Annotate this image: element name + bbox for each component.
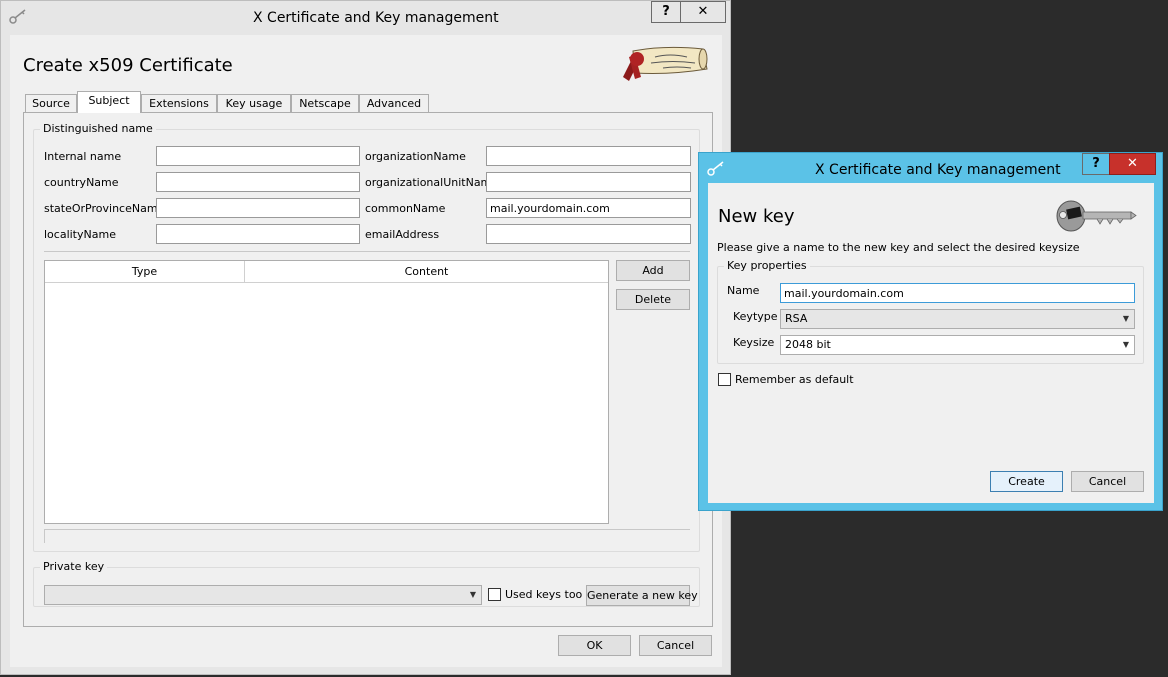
name-label: Name bbox=[727, 284, 760, 297]
app-key-icon bbox=[9, 9, 26, 24]
close-button[interactable]: ✕ bbox=[680, 1, 726, 23]
create-button[interactable]: Create bbox=[990, 471, 1063, 492]
dialog-title: X Certificate and Key management bbox=[815, 162, 1061, 178]
certificate-scroll-icon bbox=[623, 46, 708, 81]
org-unit-name-field[interactable] bbox=[486, 172, 691, 192]
tab-netscape[interactable]: Netscape bbox=[291, 94, 359, 113]
state-name-field[interactable] bbox=[156, 198, 360, 218]
key-properties-group: Key properties Name Keytype RSA ▼ Keysiz… bbox=[717, 259, 1144, 364]
country-name-label: countryName bbox=[44, 176, 119, 189]
tab-advanced[interactable]: Advanced bbox=[359, 94, 429, 113]
generate-new-key-button[interactable]: Generate a new key bbox=[586, 585, 698, 606]
dialog-cancel-button[interactable]: Cancel bbox=[1071, 471, 1144, 492]
tab-subject[interactable]: Subject bbox=[77, 91, 141, 113]
distinguished-name-group-title: Distinguished name bbox=[40, 122, 156, 136]
chevron-down-icon: ▼ bbox=[1122, 340, 1129, 349]
keytype-value: RSA bbox=[785, 312, 808, 325]
remember-default-checkbox[interactable] bbox=[718, 373, 731, 386]
subject-tab-page: Distinguished name Internal name country… bbox=[23, 112, 713, 627]
locality-name-field[interactable] bbox=[156, 224, 360, 244]
common-name-label: commonName bbox=[365, 202, 446, 215]
dialog-close-button[interactable]: ✕ bbox=[1109, 153, 1156, 175]
keytype-select[interactable]: RSA ▼ bbox=[780, 309, 1135, 329]
internal-name-field[interactable] bbox=[156, 146, 360, 166]
used-keys-checkbox[interactable] bbox=[488, 588, 501, 601]
state-name-label: stateOrProvinceName bbox=[44, 202, 165, 215]
page-title: Create x509 Certificate bbox=[23, 55, 233, 76]
ok-button[interactable]: OK bbox=[558, 635, 631, 656]
keytype-label: Keytype bbox=[733, 310, 778, 323]
cancel-button[interactable]: Cancel bbox=[639, 635, 712, 656]
chevron-down-icon: ▼ bbox=[469, 590, 476, 599]
organization-name-field[interactable] bbox=[486, 146, 691, 166]
chevron-down-icon: ▼ bbox=[1122, 314, 1129, 323]
remember-default-label[interactable]: Remember as default bbox=[735, 373, 854, 387]
email-address-label: emailAddress bbox=[365, 228, 440, 241]
key-icon bbox=[1056, 200, 1137, 232]
tab-source[interactable]: Source bbox=[25, 94, 77, 113]
private-key-select[interactable]: ▼ bbox=[44, 585, 482, 605]
private-key-group: Private key ▼ Used keys too Generate a n… bbox=[33, 560, 700, 607]
common-name-field[interactable] bbox=[486, 198, 691, 218]
dialog-help-button[interactable]: ? bbox=[1082, 153, 1110, 175]
dialog-description: Please give a name to the new key and se… bbox=[717, 241, 1080, 254]
dialog-heading: New key bbox=[718, 206, 795, 227]
table-header-content[interactable]: Content bbox=[245, 261, 608, 283]
help-button[interactable]: ? bbox=[651, 1, 681, 23]
dialog-title-bar[interactable]: X Certificate and Key management ? ✕ bbox=[699, 153, 1162, 183]
keysize-select[interactable]: 2048 bit ▼ bbox=[780, 335, 1135, 355]
dn-entries-table[interactable]: Type Content bbox=[44, 260, 609, 524]
used-keys-label[interactable]: Used keys too bbox=[505, 588, 582, 602]
main-client-area: Create x509 Certificate Source Subject E… bbox=[10, 35, 722, 667]
country-name-field[interactable] bbox=[156, 172, 360, 192]
separator bbox=[44, 251, 690, 252]
table-header-type[interactable]: Type bbox=[45, 261, 245, 283]
add-button[interactable]: Add bbox=[616, 260, 690, 281]
new-key-dialog: X Certificate and Key management ? ✕ New… bbox=[698, 152, 1163, 511]
keysize-value: 2048 bit bbox=[785, 338, 831, 351]
organization-name-label: organizationName bbox=[365, 150, 466, 163]
distinguished-name-group: Distinguished name Internal name country… bbox=[33, 122, 700, 552]
tab-key-usage[interactable]: Key usage bbox=[217, 94, 291, 113]
delete-button[interactable]: Delete bbox=[616, 289, 690, 310]
main-window: X Certificate and Key management ? ✕ Cre… bbox=[0, 0, 731, 675]
dialog-client-area: New key Please give a name to the new ke… bbox=[708, 183, 1154, 503]
main-title-bar[interactable]: X Certificate and Key management ? ✕ bbox=[1, 1, 730, 31]
dialog-key-icon bbox=[707, 161, 724, 176]
email-address-field[interactable] bbox=[486, 224, 691, 244]
table-footer-divider bbox=[44, 529, 690, 543]
main-window-title: X Certificate and Key management bbox=[253, 10, 499, 26]
tab-extensions[interactable]: Extensions bbox=[141, 94, 217, 113]
internal-name-label: Internal name bbox=[44, 150, 122, 163]
key-properties-group-title: Key properties bbox=[724, 259, 810, 273]
key-name-field[interactable] bbox=[780, 283, 1135, 303]
locality-name-label: localityName bbox=[44, 228, 116, 241]
keysize-label: Keysize bbox=[733, 336, 775, 349]
org-unit-name-label: organizationalUnitName bbox=[365, 176, 499, 189]
private-key-group-title: Private key bbox=[40, 560, 108, 574]
